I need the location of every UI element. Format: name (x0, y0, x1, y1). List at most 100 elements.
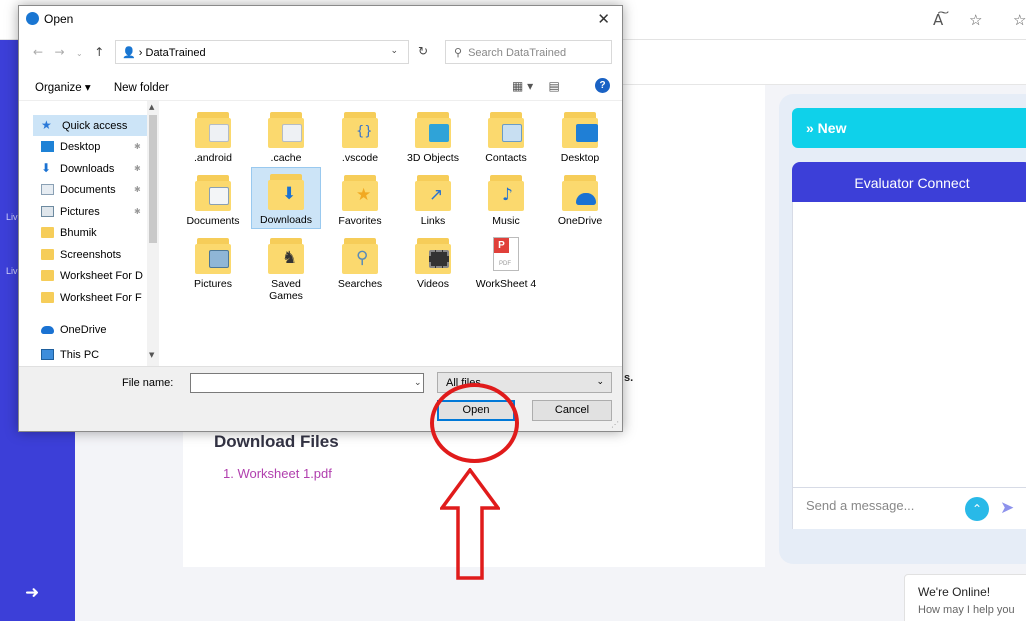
truncated-text: s. (624, 372, 634, 384)
tree-item-label: Quick access (62, 119, 128, 132)
up-icon[interactable]: ↑ (94, 45, 104, 59)
tree-item-worksheet-f[interactable]: Worksheet For F (41, 287, 142, 308)
file-item-selected[interactable]: ⬇ Downloads (251, 167, 321, 229)
file-item[interactable]: OneDrive (547, 169, 613, 227)
new-button[interactable]: » New (792, 108, 1026, 148)
file-label: .cache (270, 152, 302, 164)
file-item[interactable]: ★ Favorites (327, 169, 393, 227)
send-icon[interactable]: ➤ (1000, 498, 1014, 518)
search-input[interactable]: ⚲ Search DataTrained (445, 40, 612, 64)
file-item[interactable]: ♪ Music (473, 169, 539, 227)
message-input[interactable]: Send a message... (806, 498, 956, 513)
file-item[interactable]: P PDF WorkSheet 4 (473, 232, 539, 290)
file-item[interactable]: .android (180, 106, 246, 164)
search-placeholder: Search DataTrained (468, 47, 567, 59)
file-label: Favorites (338, 215, 382, 227)
address-bar[interactable]: 👤 › DataTrained ⌄ (115, 40, 409, 64)
file-item[interactable]: {} .vscode (327, 106, 393, 164)
preview-pane-icon[interactable]: ▤ (548, 79, 559, 93)
folder-icon (562, 173, 598, 211)
file-item[interactable]: .cache (253, 106, 319, 164)
file-item[interactable]: 3D Objects (400, 106, 466, 164)
file-item[interactable]: ♞ Saved Games (253, 232, 319, 302)
document-icon (41, 184, 54, 195)
file-item[interactable]: Documents (180, 169, 246, 227)
forward-icon[interactable]: → (55, 45, 65, 59)
tree-item-screenshots[interactable]: Screenshots (41, 244, 121, 265)
help-icon[interactable]: ? (595, 78, 610, 93)
scroll-down-arrow-icon[interactable]: ▼ (149, 351, 154, 359)
tree-item-pictures[interactable]: Pictures (41, 201, 100, 222)
back-icon[interactable]: ← (33, 45, 43, 59)
organize-button[interactable]: Organize ▾ (35, 82, 91, 94)
resize-grip-icon[interactable]: ⋰ (611, 420, 619, 429)
worksheet-link[interactable]: 1. Worksheet 1.pdf (223, 466, 332, 481)
logout-icon[interactable]: ➜ (25, 583, 39, 603)
refresh-icon[interactable]: ↻ (418, 44, 428, 58)
file-name-chevron-icon[interactable]: ⌄ (414, 378, 422, 388)
file-label: Contacts (485, 152, 527, 164)
tree-item-worksheet-d[interactable]: Worksheet For D (41, 265, 143, 286)
user-folder-icon: 👤 (122, 46, 136, 59)
open-file-dialog: Open ✕ ← → ⌄ ↑ 👤 › DataTrained ⌄ ↻ ⚲ Sear… (18, 5, 623, 432)
desktop-icon (41, 141, 54, 152)
scroll-up-arrow-icon[interactable]: ▲ (149, 103, 154, 111)
read-aloud-icon[interactable]: A͠ (933, 11, 943, 29)
file-label: Searches (337, 278, 383, 290)
picture-icon (41, 206, 54, 217)
navigation-pane: ★ Quick access Desktop ⬇ Downloads Documen… (19, 106, 159, 366)
file-label: Saved Games (269, 278, 303, 302)
file-name-input[interactable] (190, 373, 424, 393)
tree-item-bhumik[interactable]: Bhumik (41, 222, 97, 243)
folder-icon (195, 173, 231, 211)
tree-item-documents[interactable]: Documents (41, 179, 116, 200)
collections-icon[interactable]: ☆ (1013, 11, 1026, 29)
tree-item-label: Screenshots (60, 248, 122, 261)
chat-messages-area (792, 202, 1026, 487)
file-item[interactable]: Contacts (473, 106, 539, 164)
folder-icon: ⬇ (268, 172, 304, 210)
address-chevron-icon[interactable]: ⌄ (390, 46, 398, 56)
dialog-title: Open (26, 12, 73, 26)
divider (19, 100, 622, 101)
tree-item-desktop[interactable]: Desktop (41, 136, 100, 157)
file-label: 3D Objects (407, 152, 459, 164)
folder-icon (41, 292, 54, 303)
tree-item-label: Worksheet For D (60, 269, 143, 282)
folder-icon (195, 110, 231, 148)
file-item[interactable]: Desktop (547, 106, 613, 164)
file-item[interactable]: Videos (400, 232, 466, 290)
tree-scrollbar-thumb[interactable] (149, 115, 157, 243)
chevron-down-icon: ⌄ (596, 377, 604, 387)
cloud-icon (41, 325, 54, 334)
file-item[interactable]: Pictures (180, 232, 246, 290)
tree-item-downloads[interactable]: ⬇ Downloads (41, 158, 114, 179)
recent-chevron-icon[interactable]: ⌄ (76, 49, 83, 58)
star-icon: ★ (41, 118, 52, 132)
close-icon[interactable]: ✕ (597, 10, 610, 28)
file-grid: .android .cache {} .vscode 3D Objects Co… (162, 106, 622, 364)
online-widget[interactable]: We're Online! How may I help you (904, 574, 1026, 621)
view-options: ▦ ▾ ▤ (512, 79, 560, 93)
folder-icon (41, 249, 54, 260)
view-mode-icon[interactable]: ▦ ▾ (512, 79, 533, 93)
folder-icon: ⚲ (342, 236, 378, 274)
tree-item-quick-access[interactable]: ★ Quick access (33, 115, 158, 136)
new-folder-button[interactable]: New folder (114, 82, 169, 94)
folder-icon: ♞ (268, 236, 304, 274)
cancel-button[interactable]: Cancel (532, 400, 612, 421)
up-arrow-annotation (440, 468, 500, 580)
sidebar-text: Liv (6, 266, 18, 276)
folder-icon (415, 236, 451, 274)
search-icon: ⚲ (454, 46, 463, 59)
tree-item-label: Documents (60, 183, 116, 196)
download-icon: ⬇ (41, 161, 52, 175)
favorite-icon[interactable]: ☆ (969, 11, 982, 29)
scroll-up-button[interactable]: ⌃ (965, 497, 989, 521)
file-item[interactable]: ↗ Links (400, 169, 466, 227)
online-title: We're Online! (918, 585, 991, 599)
breadcrumb-separator: › (138, 47, 143, 59)
file-item[interactable]: ⚲ Searches (327, 232, 393, 290)
tree-item-this-pc[interactable]: This PC (41, 344, 99, 365)
tree-item-onedrive[interactable]: OneDrive (41, 319, 106, 340)
